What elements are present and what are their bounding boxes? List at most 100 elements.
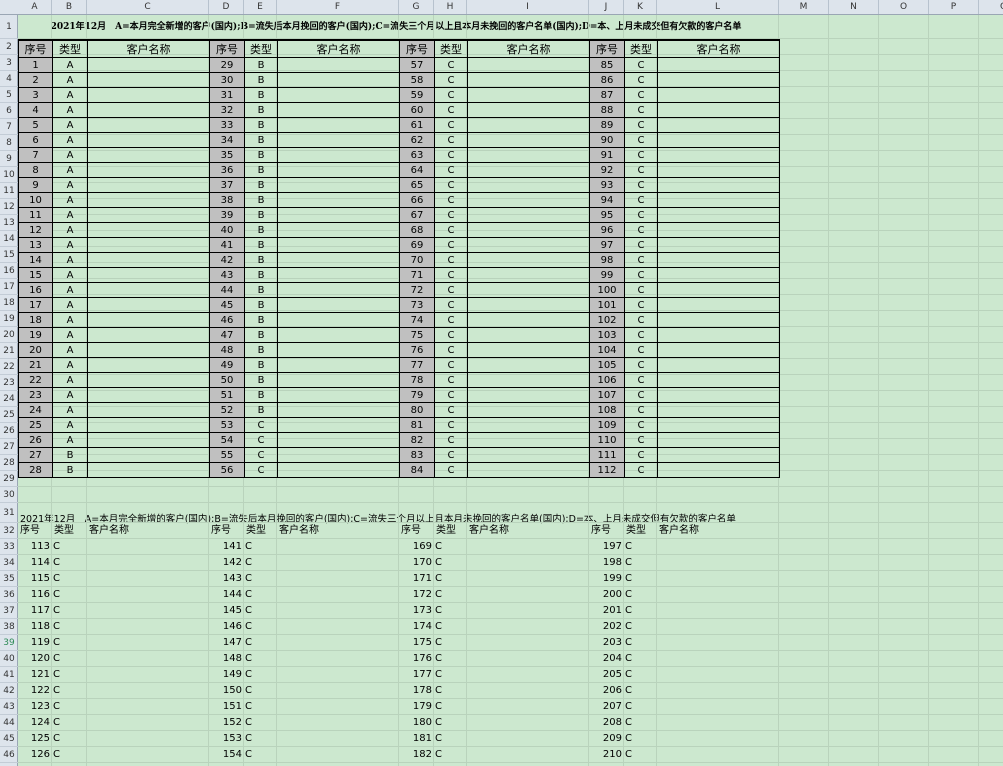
customer-name-cell[interactable] [657,117,780,133]
seq-cell[interactable]: 60 [399,102,435,118]
type-cell[interactable]: C [434,327,468,343]
customer-name-cell[interactable] [87,417,210,433]
customer-name-cell[interactable] [467,57,590,73]
seq-cell[interactable]: 79 [399,387,435,403]
seq-cell[interactable]: 35 [209,147,245,163]
seq-cell[interactable]: 176 [399,651,432,667]
type-cell[interactable]: C [624,267,658,283]
customer-name-cell[interactable] [87,432,210,448]
seq-cell[interactable]: 101 [589,297,625,313]
row-header-17[interactable]: 17 [0,279,18,295]
customer-name-cell[interactable] [467,297,590,313]
seq-cell[interactable]: 22 [18,372,53,388]
row-header-24[interactable]: 24 [0,391,18,407]
seq-cell[interactable]: 143 [209,571,242,587]
seq-cell[interactable]: 108 [589,402,625,418]
customer-name-cell[interactable] [87,222,210,238]
seq-cell[interactable]: 172 [399,587,432,603]
type-header[interactable]: 类型 [244,39,278,58]
seq-cell[interactable]: 12 [18,222,53,238]
customer-name-cell[interactable] [657,372,780,388]
seq-cell[interactable]: 126 [18,747,50,763]
type-cell[interactable]: C [624,372,658,388]
row-header-18[interactable]: 18 [0,295,18,311]
type-cell[interactable]: C [434,297,468,313]
seq-cell[interactable]: 118 [18,619,50,635]
type-cell[interactable]: C [625,619,632,635]
seq-header[interactable]: 序号 [20,523,40,539]
type-cell[interactable]: C [435,715,442,731]
seq-cell[interactable]: 8 [18,162,53,178]
customer-name-cell[interactable] [657,237,780,253]
customer-name-cell[interactable] [467,372,590,388]
customer-name-cell[interactable] [87,177,210,193]
type-cell[interactable]: C [434,282,468,298]
seq-cell[interactable]: 149 [209,667,242,683]
type-cell[interactable]: A [52,102,88,118]
seq-cell[interactable]: 73 [399,297,435,313]
customer-name-cell[interactable] [467,387,590,403]
type-cell[interactable]: A [52,342,88,358]
customer-name-cell[interactable] [87,132,210,148]
customer-name-cell[interactable] [467,282,590,298]
customer-name-cell[interactable] [467,72,590,88]
row-header-29[interactable]: 29 [0,471,18,487]
type-cell[interactable]: C [434,387,468,403]
customer-name-cell[interactable] [277,147,400,163]
seq-cell[interactable]: 40 [209,222,245,238]
seq-cell[interactable]: 93 [589,177,625,193]
type-cell[interactable]: C [434,57,468,73]
column-header-k[interactable]: K [624,0,657,14]
customer-name-cell[interactable] [277,252,400,268]
row-header-1[interactable]: 1 [0,15,18,39]
type-cell[interactable]: C [624,282,658,298]
customer-name-cell[interactable] [657,312,780,328]
seq-header[interactable]: 序号 [18,39,53,58]
customer-name-cell[interactable] [277,192,400,208]
seq-cell[interactable]: 4 [18,102,53,118]
row-header-33[interactable]: 33 [0,539,18,555]
customer-name-cell[interactable] [277,372,400,388]
type-cell[interactable]: C [245,635,252,651]
customer-name-cell[interactable] [657,252,780,268]
type-cell[interactable]: B [244,252,278,268]
customer-name-cell[interactable] [467,267,590,283]
type-cell[interactable]: C [624,342,658,358]
seq-cell[interactable]: 10 [18,192,53,208]
customer-name-cell[interactable] [657,102,780,118]
type-cell[interactable]: B [244,237,278,253]
seq-cell[interactable]: 122 [18,683,50,699]
customer-name-cell[interactable] [657,357,780,373]
seq-cell[interactable]: 45 [209,297,245,313]
row-header-26[interactable]: 26 [0,423,18,439]
type-cell[interactable]: B [244,387,278,403]
seq-cell[interactable]: 28 [18,462,53,478]
seq-cell[interactable]: 125 [18,731,50,747]
row-header-2[interactable]: 2 [0,39,18,55]
seq-cell[interactable]: 153 [209,731,242,747]
type-cell[interactable]: C [53,587,60,603]
type-cell[interactable]: A [52,387,88,403]
seq-cell[interactable]: 21 [18,357,53,373]
seq-cell[interactable]: 61 [399,117,435,133]
customer-name-cell[interactable] [467,417,590,433]
type-cell[interactable]: C [624,462,658,478]
type-cell[interactable]: C [244,462,278,478]
seq-cell[interactable]: 104 [589,342,625,358]
customer-name-cell[interactable] [87,387,210,403]
seq-cell[interactable]: 200 [589,587,622,603]
type-cell[interactable]: C [245,731,252,747]
seq-cell[interactable]: 147 [209,635,242,651]
seq-cell[interactable]: 97 [589,237,625,253]
type-cell[interactable]: C [245,539,252,555]
customer-name-cell[interactable] [277,282,400,298]
customer-name-cell[interactable] [277,177,400,193]
seq-cell[interactable]: 65 [399,177,435,193]
customer-name-cell[interactable] [657,447,780,463]
column-header-q[interactable]: Q [979,0,1003,14]
seq-cell[interactable]: 141 [209,539,242,555]
seq-cell[interactable]: 58 [399,72,435,88]
customer-name-cell[interactable] [467,357,590,373]
customer-name-cell[interactable] [657,87,780,103]
type-cell[interactable]: B [244,282,278,298]
